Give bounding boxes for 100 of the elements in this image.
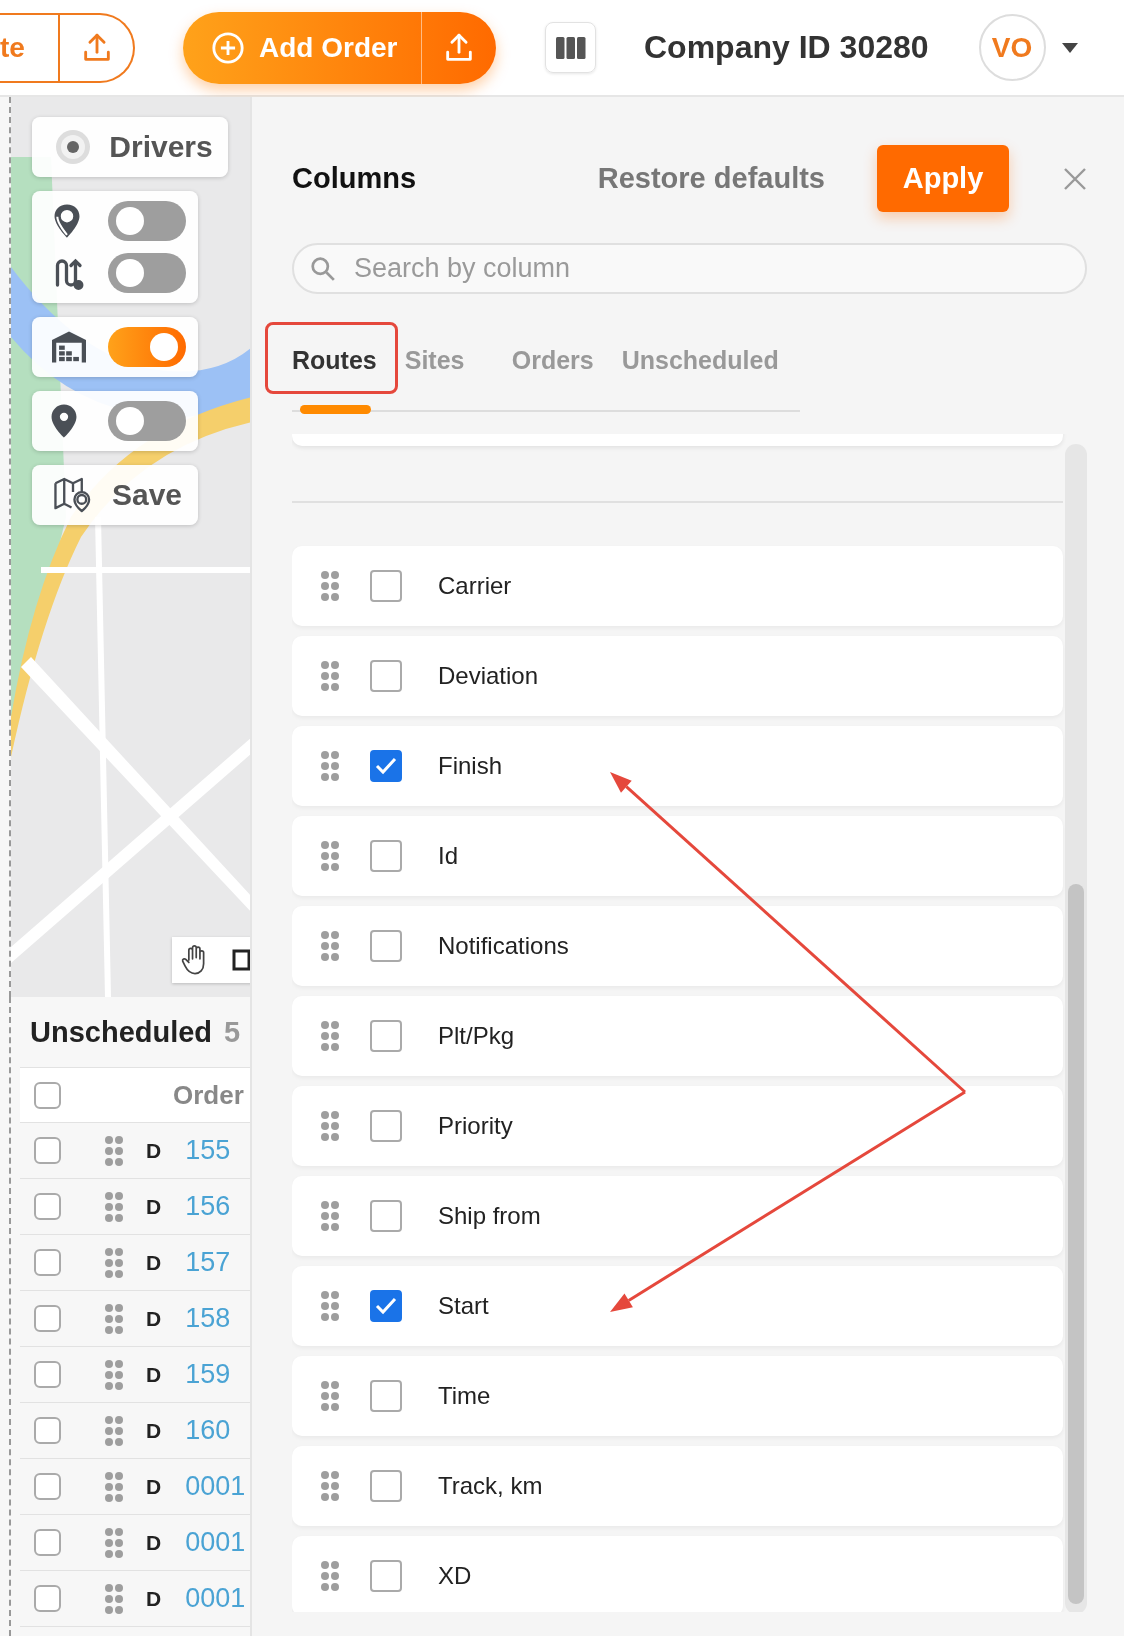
column-label: Track, km (438, 1472, 543, 1500)
order-link[interactable]: 157 (185, 1247, 231, 1278)
drag-handle-icon[interactable] (104, 1470, 124, 1503)
column-label: Id (438, 842, 458, 870)
drag-handle-icon[interactable] (104, 1190, 124, 1223)
columns-button[interactable] (545, 22, 596, 73)
tab[interactable]: Unscheduled (621, 342, 779, 410)
checkbox[interactable] (370, 1470, 402, 1502)
check-icon (375, 1297, 397, 1315)
drag-handle-icon[interactable] (104, 1582, 124, 1615)
panel-title: Columns (292, 162, 417, 195)
toggle-switch[interactable] (108, 327, 186, 367)
drag-handle-icon[interactable] (104, 1246, 124, 1279)
type-label: D (146, 1418, 162, 1443)
order-link[interactable]: 0001 (185, 1471, 246, 1502)
checkbox[interactable] (370, 570, 402, 602)
order-link[interactable]: 158 (185, 1303, 231, 1334)
type-label: D (146, 1194, 162, 1219)
drag-handle-icon[interactable] (320, 660, 340, 692)
toggle-switch[interactable] (108, 401, 186, 441)
order-link[interactable]: 0001 (185, 1527, 246, 1558)
type-label: D (146, 1306, 162, 1331)
checkbox[interactable] (370, 750, 402, 782)
plus-icon (211, 30, 245, 65)
save-button[interactable]: Save (32, 465, 198, 525)
checkbox[interactable] (370, 1020, 402, 1052)
upload-button[interactable]: te (0, 12, 135, 83)
drag-handle-icon[interactable] (320, 840, 340, 872)
tab[interactable]: Orders (511, 342, 594, 410)
drag-handle-icon[interactable] (320, 1290, 340, 1322)
restore-defaults-button[interactable]: Restore defaults (597, 162, 825, 195)
checkbox[interactable] (34, 1305, 61, 1332)
section-title: Unscheduled (30, 1015, 213, 1049)
checkbox[interactable] (34, 1193, 61, 1220)
drag-handle-icon[interactable] (320, 570, 340, 602)
count-label: 5 (224, 1015, 241, 1049)
checkbox[interactable] (370, 1560, 402, 1592)
drag-handle-icon[interactable] (104, 1526, 124, 1559)
checkbox[interactable] (370, 1110, 402, 1142)
search-field[interactable]: Search by column (292, 243, 1087, 294)
column-label: Finish (438, 752, 503, 780)
drag-handle-icon[interactable] (320, 1380, 340, 1412)
checkbox[interactable] (34, 1473, 61, 1500)
type-label: D (146, 1362, 162, 1387)
order-link[interactable]: 159 (185, 1359, 231, 1390)
columns-icon (555, 36, 586, 59)
drag-handle-icon[interactable] (104, 1358, 124, 1391)
toggle-switch[interactable] (108, 201, 186, 241)
checkbox[interactable] (34, 1417, 61, 1444)
column-label: Time (438, 1382, 491, 1410)
tab[interactable]: Sites (404, 342, 484, 410)
drag-handle-icon[interactable] (320, 1110, 340, 1142)
apply-button[interactable]: Apply (877, 145, 1009, 212)
column-label: Carrier (438, 572, 512, 600)
order-link[interactable]: 0001 (185, 1583, 246, 1614)
order-link[interactable]: 156 (185, 1191, 231, 1222)
checkbox[interactable] (34, 1529, 61, 1556)
search-icon (310, 256, 336, 282)
drag-handle-icon[interactable] (320, 1200, 340, 1232)
type-label: D (146, 1530, 162, 1555)
checkbox[interactable] (370, 930, 402, 962)
drag-handle-icon[interactable] (104, 1414, 124, 1447)
checkbox[interactable] (370, 840, 402, 872)
column-label: Plt/Pkg (438, 1022, 515, 1050)
caret-icon[interactable] (1061, 42, 1078, 53)
checkbox[interactable] (34, 1249, 61, 1276)
drag-handle-icon[interactable] (320, 1560, 340, 1592)
company-id: Company ID 30280 (644, 29, 929, 66)
order-link[interactable]: 160 (185, 1415, 231, 1446)
checkbox[interactable] (34, 1585, 61, 1612)
drag-handle-icon[interactable] (320, 1470, 340, 1502)
column-label: Start (438, 1292, 489, 1320)
avatar[interactable]: VO (978, 14, 1046, 81)
checkbox[interactable] (370, 1290, 402, 1322)
drag-handle-icon[interactable] (104, 1302, 124, 1335)
type-label: D (146, 1474, 162, 1499)
drag-handle-icon[interactable] (104, 1134, 124, 1167)
drag-handle-icon[interactable] (320, 750, 340, 782)
type-label: D (146, 1586, 162, 1611)
button-label: te (0, 14, 60, 81)
column-label: Priority (438, 1112, 513, 1140)
close-button[interactable] (1063, 166, 1087, 191)
radio-icon (55, 129, 92, 165)
column-header: Order (173, 1079, 244, 1111)
checkbox[interactable] (34, 1137, 61, 1164)
scrollbar-thumb[interactable] (1068, 884, 1084, 1604)
type-label: D (146, 1250, 162, 1275)
checkbox[interactable] (370, 1200, 402, 1232)
column-label: Notifications (438, 932, 569, 960)
column-label: Ship from (438, 1202, 541, 1230)
toggle-switch[interactable] (108, 253, 186, 293)
drag-handle-icon[interactable] (320, 930, 340, 962)
map-pin-icon (53, 477, 92, 513)
checkbox[interactable] (370, 1380, 402, 1412)
drag-handle-icon[interactable] (320, 1020, 340, 1052)
checkbox[interactable] (34, 1361, 61, 1388)
drivers-button[interactable]: Drivers (32, 117, 228, 177)
checkbox[interactable] (370, 660, 402, 692)
checkbox[interactable] (34, 1081, 61, 1109)
order-link[interactable]: 155 (185, 1135, 231, 1166)
